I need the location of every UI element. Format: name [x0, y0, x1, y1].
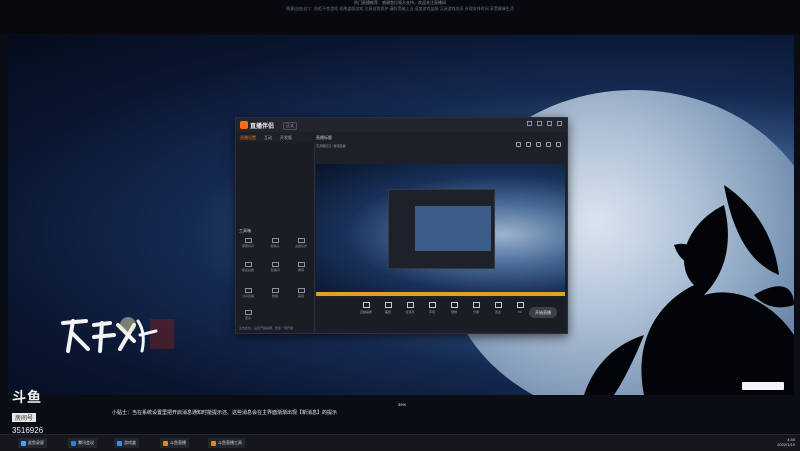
- nested-preview-screen: [415, 206, 491, 251]
- tool-room[interactable]: 直播间: [266, 262, 284, 272]
- taskbar-item[interactable]: 斗鱼直播工具: [208, 438, 245, 448]
- tools-header: 工具箱: [239, 228, 251, 233]
- tools-sidebar: 工具箱 屏幕共享 摄像头 主播任务 粉丝勋章 直播间 弹幕 分享直播 数据 美颜…: [236, 142, 315, 332]
- microphone-icon: [406, 302, 414, 308]
- system-tray-clock[interactable]: 4:50 2022/1/19: [777, 437, 795, 447]
- game-logo-calligraphy: [61, 317, 174, 353]
- notice-line-1: 热门直播推荐：感谢各位观众支持，欢迎关注直播间: [354, 0, 446, 5]
- link-icon[interactable]: [556, 142, 561, 147]
- platform-brand: 斗鱼: [12, 389, 42, 405]
- chart-icon: [271, 288, 279, 293]
- version-badge[interactable]: 正式: [283, 122, 297, 130]
- stream-subtitle: 天涯明月刀 / 游戏直播: [316, 144, 346, 148]
- stream-preview[interactable]: [316, 164, 565, 292]
- tool-camera[interactable]: 摄像头: [266, 238, 284, 248]
- link-mic-icon: [494, 302, 502, 308]
- app-name: 直播伴侣: [250, 124, 275, 130]
- tool-danmaku[interactable]: 弹幕: [292, 262, 310, 272]
- top-notice-bar: 热门直播推荐：感谢各位观众支持，欢迎关注直播间 随意自由出口：抗拒不良游戏 拒绝…: [0, 0, 800, 34]
- notice-line-2: 随意自由出口：抗拒不良游戏 拒绝盗版游戏 注意自我保护 谨防受骗上当 适度游戏益…: [286, 6, 514, 11]
- tip-banner: 小贴士：当在系统设置里把开启消息通知时能提示还、这些消息会在主界面渐渐出现【新消…: [112, 410, 338, 416]
- danmaku-icon: [297, 262, 305, 267]
- speaker-icon: [428, 302, 436, 308]
- stream-title: 直播标题: [316, 135, 332, 140]
- start-live-button[interactable]: 开始直播: [529, 307, 557, 318]
- tab-live-settings[interactable]: 直播设置: [240, 135, 256, 141]
- window-controls: [527, 121, 562, 126]
- stream-control-bar: 直播画质 美颜 麦克风 声音 录制 分屏 连麦 PK 开始直播: [316, 298, 565, 331]
- pk-icon: [516, 302, 524, 308]
- scene-tabs: 直播设置 互动 开发版: [240, 135, 292, 141]
- chat-icon[interactable]: [546, 142, 551, 147]
- beauty-icon: [384, 302, 392, 308]
- tool-fan-medal[interactable]: 粉丝勋章: [239, 262, 257, 272]
- sidebar-hint: 点击此处，设置开播提醒，更多一键开播: [239, 326, 294, 330]
- ime-toolbar[interactable]: [742, 382, 784, 390]
- tool-more[interactable]: 更多: [239, 310, 257, 320]
- tool-beauty[interactable]: 美颜: [292, 288, 310, 298]
- tab-interact[interactable]: 互动: [264, 135, 272, 141]
- taskbar: 鲨鱼录屏 腾讯会议 游戏盒 斗鱼直播 斗鱼直播工具 4:50 2022/1/19: [0, 434, 800, 451]
- app-icon: [21, 440, 26, 446]
- room-icon: [271, 262, 279, 267]
- maximize-icon[interactable]: [547, 121, 552, 126]
- taskbar-item[interactable]: 鲨鱼录屏: [18, 438, 47, 448]
- taskbar-item[interactable]: 游戏盒: [114, 438, 139, 448]
- tool-screen-share[interactable]: 屏幕共享: [239, 238, 257, 248]
- douyu-watermark: 斗鱼 房间号 3516926: [12, 387, 56, 435]
- medal-icon: [244, 262, 252, 267]
- app-icon: [163, 440, 168, 446]
- live-streaming-app-window[interactable]: 直播伴侣 正式 直播设置 互动 开发版 工具箱 屏幕共享 摄像头 主播任务 粉丝…: [235, 117, 568, 334]
- share-icon: [244, 288, 252, 293]
- share-icon[interactable]: [516, 142, 521, 147]
- tool-data[interactable]: 数据: [266, 288, 284, 298]
- pk-button[interactable]: PK: [510, 302, 530, 322]
- nested-preview-window: [388, 189, 495, 269]
- split-icon: [472, 302, 480, 308]
- link-mic-button[interactable]: 连麦: [488, 302, 508, 322]
- quality-button[interactable]: 直播画质: [356, 302, 376, 322]
- app-icon: [117, 440, 122, 446]
- taskbar-item[interactable]: 斗鱼直播: [160, 438, 189, 448]
- progress-percent: 39%: [398, 402, 407, 407]
- beauty-icon: [297, 288, 305, 293]
- record-button[interactable]: 录制: [444, 302, 464, 322]
- tool-share[interactable]: 分享直播: [239, 288, 257, 298]
- settings-icon[interactable]: [527, 121, 532, 126]
- minimize-icon[interactable]: [537, 121, 542, 126]
- tab-dev[interactable]: 开发版: [280, 135, 292, 141]
- app-titlebar: 直播伴侣 正式: [236, 118, 567, 132]
- sound-button[interactable]: 声音: [422, 302, 442, 322]
- gift-icon[interactable]: [536, 142, 541, 147]
- app-logo-icon: [240, 121, 248, 129]
- header-icons: [516, 142, 561, 147]
- room-label: 房间号: [12, 413, 37, 422]
- preview-status-strip: [316, 292, 565, 296]
- quality-icon: [362, 302, 370, 308]
- split-button[interactable]: 分屏: [466, 302, 486, 322]
- beauty-button[interactable]: 美颜: [378, 302, 398, 322]
- task-icon: [297, 238, 305, 243]
- screen-icon: [244, 238, 252, 243]
- app-icon: [71, 440, 76, 446]
- camera-icon: [271, 238, 279, 243]
- app-icon: [211, 440, 216, 446]
- bag-icon[interactable]: [526, 142, 531, 147]
- taskbar-item[interactable]: 腾讯会议: [68, 438, 97, 448]
- mic-button[interactable]: 麦克风: [400, 302, 420, 322]
- tool-task[interactable]: 主播任务: [292, 238, 310, 248]
- more-icon: [244, 310, 252, 315]
- close-icon[interactable]: [557, 121, 562, 126]
- record-icon: [450, 302, 458, 308]
- clock-date: 2022/1/19: [777, 442, 795, 447]
